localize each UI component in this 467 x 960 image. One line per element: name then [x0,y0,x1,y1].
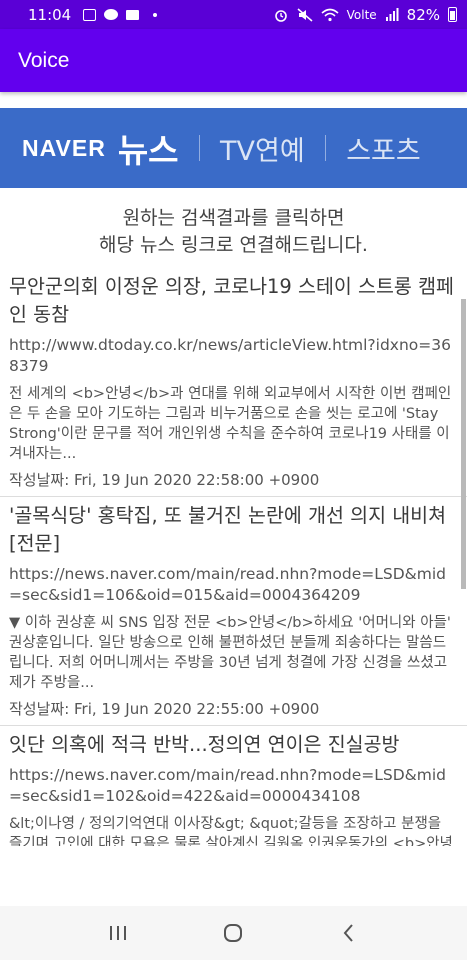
app-title: Voice [18,48,70,72]
system-nav-bar [0,906,467,960]
item-title: 무안군의회 이정운 의장, 코로나19 스테이 스트롱 캠페인 동참 [9,275,454,326]
network-label: Volte [346,7,377,22]
wifi-icon [321,8,339,21]
intro-line-1: 원하는 검색결과를 클릭하면 [122,207,345,229]
item-link: https://news.naver.com/main/read.nhn?mod… [9,565,446,604]
gallery-icon [83,8,97,21]
results-list[interactable]: 무안군의회 이정운 의장, 코로나19 스테이 스트롱 캠페인 동참 http:… [0,268,467,846]
home-button[interactable] [213,913,253,953]
chat-icon [104,9,119,20]
status-left: 11:04 [28,5,158,24]
mute-icon [297,7,313,22]
status-time: 11:04 [28,5,72,24]
mail-icon [126,9,140,20]
list-item[interactable]: 잇단 의혹에 적극 반박...정의연 연이은 진실공방 https://news… [0,726,467,846]
alarm-icon [274,9,287,22]
item-title: 잇단 의혹에 적극 반박...정의연 연이은 진실공방 [9,733,400,756]
back-button[interactable] [329,913,369,953]
naver-logo: NAVER [22,134,106,161]
naver-news-banner: NAVER 뉴스 TV연예 스포츠 [0,108,467,188]
item-description: &lt;이나영 / 정의기억연대 이사장&gt; &quot;갈등을 조장하고 … [9,816,453,846]
signal-icon [385,7,399,21]
tab-sports: 스포츠 [346,135,421,167]
news-title: 뉴스 [117,131,179,170]
item-description: 전 세계의 <b>안녕</b>과 연대를 위해 외교부에서 시작한 이번 캠페인… [9,386,452,462]
item-date: 작성날짜: Fri, 19 Jun 2020 22:55:00 +0900 [9,700,320,718]
status-right: Volte 82% [273,6,457,24]
home-icon [224,924,243,942]
banner-divider [324,135,327,161]
recent-apps-icon [109,926,126,940]
item-date: 작성날짜: Fri, 19 Jun 2020 22:58:00 +0900 [9,471,320,489]
intro-line-2: 해당 뉴스 링크로 연결해드립니다. [99,234,368,256]
intro-text: 원하는 검색결과를 클릭하면 해당 뉴스 링크로 연결해드립니다. [0,205,467,259]
status-bar: 11:04 Volte 82% [0,0,467,29]
list-item[interactable]: '골목식당' 홍탁집, 또 불거진 논란에 개선 의지 내비쳐 [전문] htt… [0,497,467,726]
battery-level: 82% [406,5,440,24]
tab-entertainment: TV연예 [220,135,305,167]
recent-apps-button[interactable] [98,913,138,953]
battery-icon [448,7,457,22]
list-scrollbar[interactable] [461,299,466,589]
item-title: '골목식당' 홍탁집, 또 불거진 논란에 개선 의지 내비쳐 [전문] [9,504,447,555]
list-item[interactable]: 무안군의회 이정운 의장, 코로나19 스테이 스트롱 캠페인 동참 http:… [0,268,467,497]
item-description: ▼ 이하 권상훈 씨 SNS 입장 전문 <b>안녕</b>하세요 '어머니와 … [9,615,451,691]
banner-divider [198,135,201,161]
back-icon [343,924,353,942]
more-notifications-icon [153,12,158,17]
item-link: https://news.naver.com/main/read.nhn?mod… [9,766,446,805]
app-bar: Voice [0,29,467,92]
item-link: http://www.dtoday.co.kr/news/articleView… [9,336,451,375]
